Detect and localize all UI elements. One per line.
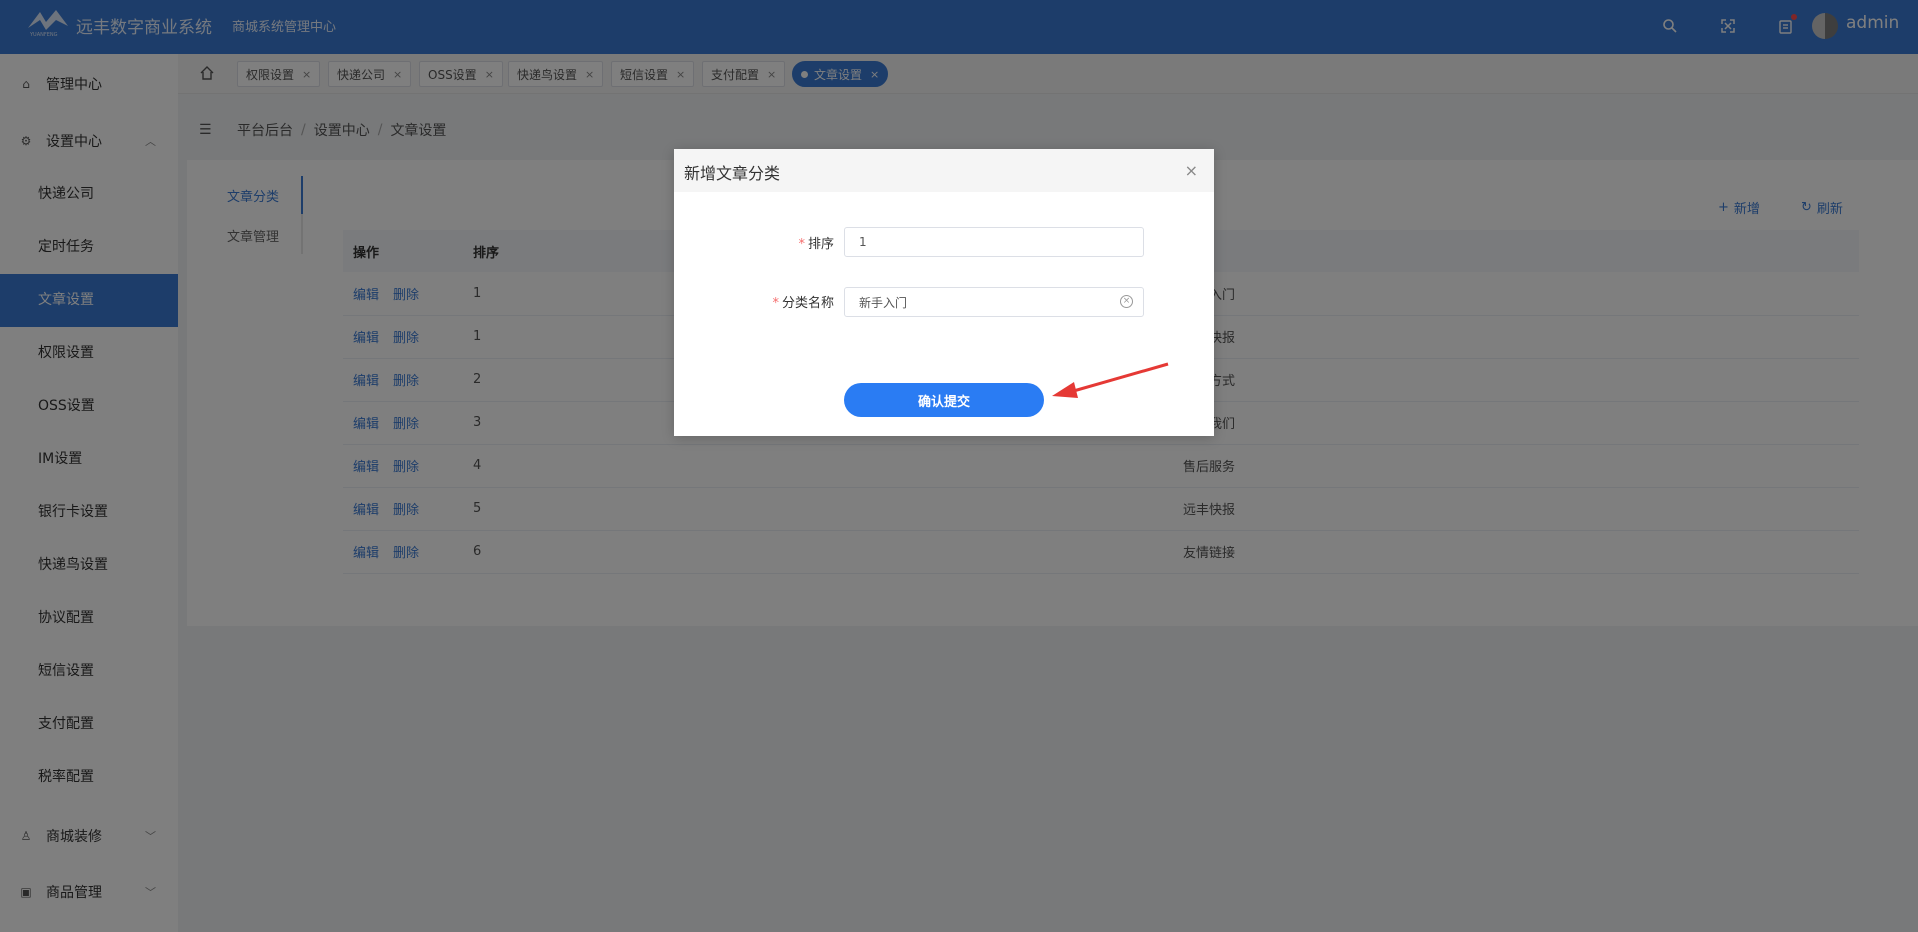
sort-label-text: 排序: [807, 237, 834, 252]
category-name-value: 新手入门: [859, 295, 908, 310]
required-mark: *: [798, 237, 805, 252]
submit-button[interactable]: 确认提交: [844, 383, 1044, 417]
dialog-title: 新增文章分类: [684, 164, 781, 183]
category-name-label-text: 分类名称: [781, 296, 834, 311]
category-name-label: * 分类名称: [714, 292, 834, 311]
clear-icon[interactable]: ×: [1120, 295, 1133, 308]
close-icon[interactable]: ×: [1185, 161, 1198, 180]
dialog-header: 新增文章分类 ×: [674, 149, 1214, 192]
annotation-arrow-icon: [1052, 362, 1169, 398]
sort-input[interactable]: 1: [844, 227, 1144, 257]
required-mark: *: [772, 296, 779, 311]
sort-label: * 排序: [714, 233, 834, 252]
category-name-input[interactable]: 新手入门 ×: [844, 287, 1144, 317]
modal-overlay[interactable]: [0, 0, 1918, 932]
sort-input-value: 1: [859, 235, 867, 249]
